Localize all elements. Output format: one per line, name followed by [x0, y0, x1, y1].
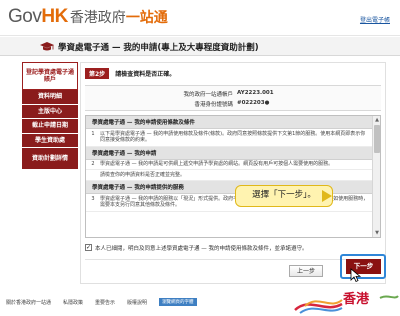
terms-scroll-box[interactable]: 學資處電子通 — 我的申請使用條款及條件 1 以下是學資處電子通 — 我的申請使…	[85, 115, 381, 238]
terms-item-number: 3	[91, 195, 95, 202]
terms-section-title: 學資處電子通 — 我的申請	[86, 146, 373, 160]
logo-cn-text: 香港政府	[69, 10, 126, 26]
sidebar-item-label: 學生資助處	[34, 136, 65, 144]
sidebar-item-main-center[interactable]: 主版中心	[22, 104, 78, 119]
terms-item: 2 學資處電子通 — 我的申請是可供網上遞交申請予學資處的網站。網頁設有用戶可按…	[86, 160, 373, 171]
sidebar-nav: 登記學資處電子通賬戶 資料明細 主版中心 截止申請日期 學生資助處 資助計劃詳情	[22, 62, 78, 170]
font-size-badge[interactable]: 瀏覽網頁的字體	[159, 298, 197, 306]
sidebar-item-label: 資料明細	[37, 93, 62, 100]
scroll-thumb[interactable]	[374, 125, 380, 153]
terms-scrollbar[interactable]: ▲ ▼	[372, 116, 380, 237]
previous-button[interactable]: 上一步	[289, 265, 323, 277]
logo-cn-highlight-text: 一站通	[125, 10, 168, 26]
sidebar-item-deadline[interactable]: 截止申請日期	[22, 119, 78, 134]
footer-link-notice[interactable]: 重要告示	[95, 299, 115, 306]
terms-section-title: 學資處電子通 — 我的申請使用條款及條件	[86, 116, 373, 129]
brand-hong-kong-text: 香港	[343, 292, 370, 307]
instruction-callout: 選擇「下一步」。	[235, 185, 333, 207]
mouse-cursor-icon	[350, 268, 362, 282]
terms-item: 1 以下是學資處電子通 — 我的申請使用條款及條件(條款)。政府同意按照條款提供…	[86, 129, 373, 147]
step-badge: 第2步	[85, 67, 110, 79]
terms-item-number: 1	[91, 130, 95, 137]
account-row: 我的政府一站通帳戶 AY2223.001	[85, 90, 381, 98]
page-title: 學資處電子通 — 我的申請(專上及大專程度資助計劃)	[58, 43, 259, 53]
account-value: AY2223.001	[237, 90, 274, 96]
agree-checkbox[interactable]: ✓	[85, 244, 92, 251]
terms-item: 請檢查你的申請資料是否正確並完整。	[86, 170, 373, 181]
callout-pointer	[322, 190, 332, 202]
sidebar-item-details[interactable]: 資料明細	[22, 90, 78, 105]
logo-hk-text: HK	[41, 6, 68, 27]
sidebar-item-sfo[interactable]: 學生資助處	[22, 133, 78, 148]
account-label: 我的政府一站通帳戶	[183, 92, 233, 98]
terms-item-number	[86, 172, 100, 179]
agree-row: ✓ 本人已細閱，明白及同意上述學資處電子通 — 我的申請使用條款及條件，並承諾遵…	[85, 242, 381, 253]
step-indicator: 第2步 請檢查資料是否正確。	[85, 67, 175, 79]
id-value: #022203●	[237, 100, 270, 106]
scroll-up-arrow-icon[interactable]: ▲	[373, 116, 380, 124]
site-header: Gov HK 香港政府 一站通 登出電子帳	[0, 0, 400, 36]
terms-item-number: 2	[91, 161, 95, 167]
footer-link-privacy[interactable]: 私隱政策	[63, 299, 83, 306]
logout-link[interactable]: 登出電子帳	[360, 15, 390, 24]
sidebar-item-label: 截止申請日期	[31, 122, 68, 129]
button-row: 上一步	[85, 259, 381, 279]
page-title-bar: 學資處電子通 — 我的申請(專上及大專程度資助計劃)	[0, 37, 400, 56]
graduation-cap-icon	[40, 42, 54, 51]
govhk-logo[interactable]: Gov HK 香港政府 一站通	[8, 6, 168, 28]
footer-link-copyright[interactable]: 版權說明	[127, 299, 147, 306]
terms-item-text: 請檢查你的申請資料是否正確並完整。	[100, 171, 186, 178]
main-panel: 第2步 請檢查資料是否正確。 我的政府一站通帳戶 AY2223.001 香港身份…	[80, 62, 386, 284]
sidebar-item-label: 資助計劃詳情	[31, 154, 68, 162]
sidebar-item-register[interactable]: 登記學資處電子通賬戶	[22, 62, 78, 90]
sidebar-item-scheme-details[interactable]: 資助計劃詳情	[22, 148, 78, 170]
footer-link-about[interactable]: 關於香港政府一站通	[6, 299, 51, 306]
id-row: 香港身份證號碼 #022203●	[85, 100, 381, 108]
terms-item-text: 以下是學資處電子通 — 我的申請使用條款及條件(條款)。政府同意按照條款提供下文…	[100, 130, 366, 144]
step-instruction: 請檢查資料是否正確。	[115, 70, 176, 78]
id-label: 香港身份證號碼	[194, 102, 233, 108]
logo-gov-text: Gov	[8, 6, 42, 27]
sidebar-item-label: 登記學資處電子通賬戶	[25, 68, 74, 84]
terms-item-text: 學資處電子通 — 我的申請是可供網上遞交申請予學資處的網站。網頁設有用戶可按個人…	[100, 161, 334, 167]
agree-label: 本人已細閱，明白及同意上述學資處電子通 — 我的申請使用條款及條件，並承諾遵守。	[95, 245, 308, 252]
next-button-highlight: 下一步	[340, 254, 386, 279]
account-info: 我的政府一站通帳戶 AY2223.001 香港身份證號碼 #022203●	[85, 85, 381, 111]
scroll-down-arrow-icon[interactable]: ▼	[373, 229, 380, 237]
footer-links: 關於香港政府一站通 私隱政策 重要告示 版權說明 瀏覽網頁的字體	[6, 298, 209, 306]
sidebar-item-label: 主版中心	[37, 107, 62, 115]
